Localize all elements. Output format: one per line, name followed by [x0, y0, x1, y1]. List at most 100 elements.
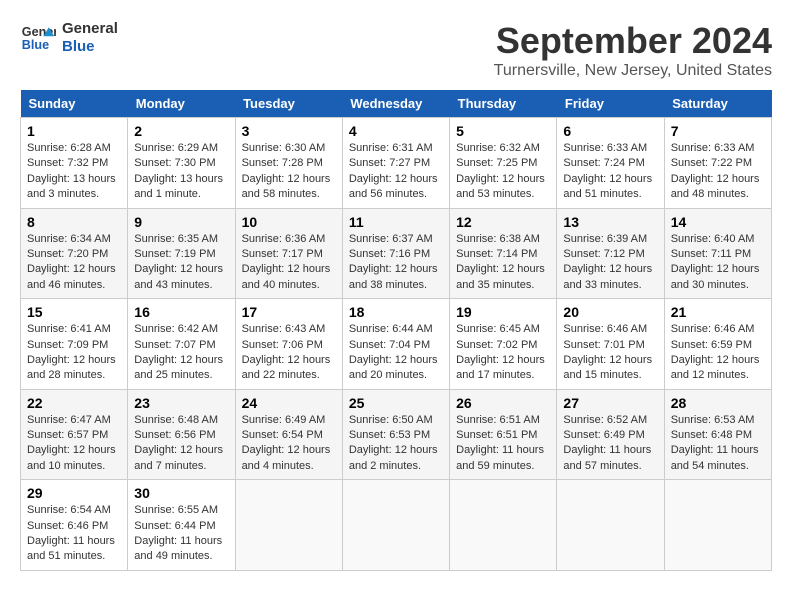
day-cell-29: 29 Sunrise: 6:54 AM Sunset: 6:46 PM Dayl… [27, 485, 121, 565]
day-cell-23: 23 Sunrise: 6:48 AM Sunset: 6:56 PM Dayl… [134, 395, 228, 475]
daylight-text: Daylight: 12 hours and 22 minutes. [242, 353, 336, 384]
day-cell-18: 18 Sunrise: 6:44 AM Sunset: 7:04 PM Dayl… [349, 304, 443, 384]
day-cell-25: 25 Sunrise: 6:50 AM Sunset: 6:53 PM Dayl… [349, 395, 443, 475]
day-number: 25 [349, 395, 443, 411]
sunrise-text: Sunrise: 6:46 AM [671, 322, 765, 337]
sunset-text: Sunset: 6:59 PM [671, 338, 765, 353]
sunset-text: Sunset: 6:48 PM [671, 428, 765, 443]
table-row: 8 Sunrise: 6:34 AM Sunset: 7:20 PM Dayli… [21, 208, 128, 299]
day-number: 26 [456, 395, 550, 411]
day-cell-9: 9 Sunrise: 6:35 AM Sunset: 7:19 PM Dayli… [134, 214, 228, 294]
table-row [664, 480, 771, 571]
daylight-text: Daylight: 12 hours and 25 minutes. [134, 353, 228, 384]
sunrise-text: Sunrise: 6:29 AM [134, 141, 228, 156]
table-row: 3 Sunrise: 6:30 AM Sunset: 7:28 PM Dayli… [235, 118, 342, 209]
sunrise-text: Sunrise: 6:50 AM [349, 413, 443, 428]
table-row: 19 Sunrise: 6:45 AM Sunset: 7:02 PM Dayl… [450, 299, 557, 390]
sunrise-text: Sunrise: 6:53 AM [671, 413, 765, 428]
table-row: 4 Sunrise: 6:31 AM Sunset: 7:27 PM Dayli… [342, 118, 449, 209]
table-row: 13 Sunrise: 6:39 AM Sunset: 7:12 PM Dayl… [557, 208, 664, 299]
day-cell-5: 5 Sunrise: 6:32 AM Sunset: 7:25 PM Dayli… [456, 123, 550, 203]
sunrise-text: Sunrise: 6:49 AM [242, 413, 336, 428]
sunset-text: Sunset: 7:25 PM [456, 156, 550, 171]
table-row: 15 Sunrise: 6:41 AM Sunset: 7:09 PM Dayl… [21, 299, 128, 390]
day-cell-13: 13 Sunrise: 6:39 AM Sunset: 7:12 PM Dayl… [563, 214, 657, 294]
table-row: 27 Sunrise: 6:52 AM Sunset: 6:49 PM Dayl… [557, 389, 664, 480]
daylight-text: Daylight: 12 hours and 51 minutes. [563, 172, 657, 203]
sunset-text: Sunset: 7:06 PM [242, 338, 336, 353]
day-cell-28: 28 Sunrise: 6:53 AM Sunset: 6:48 PM Dayl… [671, 395, 765, 475]
calendar-week-row: 22 Sunrise: 6:47 AM Sunset: 6:57 PM Dayl… [21, 389, 772, 480]
daylight-text: Daylight: 12 hours and 48 minutes. [671, 172, 765, 203]
sunset-text: Sunset: 7:02 PM [456, 338, 550, 353]
sunrise-text: Sunrise: 6:51 AM [456, 413, 550, 428]
table-row: 24 Sunrise: 6:49 AM Sunset: 6:54 PM Dayl… [235, 389, 342, 480]
table-row: 2 Sunrise: 6:29 AM Sunset: 7:30 PM Dayli… [128, 118, 235, 209]
header-thursday: Thursday [450, 90, 557, 118]
daylight-text: Daylight: 12 hours and 40 minutes. [242, 262, 336, 293]
sunrise-text: Sunrise: 6:55 AM [134, 503, 228, 518]
table-row: 14 Sunrise: 6:40 AM Sunset: 7:11 PM Dayl… [664, 208, 771, 299]
day-number: 8 [27, 214, 121, 230]
table-row: 1 Sunrise: 6:28 AM Sunset: 7:32 PM Dayli… [21, 118, 128, 209]
table-row: 5 Sunrise: 6:32 AM Sunset: 7:25 PM Dayli… [450, 118, 557, 209]
table-row [450, 480, 557, 571]
sunset-text: Sunset: 7:22 PM [671, 156, 765, 171]
table-row [342, 480, 449, 571]
day-number: 14 [671, 214, 765, 230]
day-cell-10: 10 Sunrise: 6:36 AM Sunset: 7:17 PM Dayl… [242, 214, 336, 294]
sunrise-text: Sunrise: 6:35 AM [134, 232, 228, 247]
sunset-text: Sunset: 7:28 PM [242, 156, 336, 171]
sunset-text: Sunset: 6:49 PM [563, 428, 657, 443]
day-number: 19 [456, 304, 550, 320]
sunset-text: Sunset: 6:53 PM [349, 428, 443, 443]
sunrise-text: Sunrise: 6:45 AM [456, 322, 550, 337]
sunrise-text: Sunrise: 6:52 AM [563, 413, 657, 428]
day-cell-17: 17 Sunrise: 6:43 AM Sunset: 7:06 PM Dayl… [242, 304, 336, 384]
day-cell-22: 22 Sunrise: 6:47 AM Sunset: 6:57 PM Dayl… [27, 395, 121, 475]
daylight-text: Daylight: 12 hours and 4 minutes. [242, 443, 336, 474]
daylight-text: Daylight: 12 hours and 28 minutes. [27, 353, 121, 384]
sunset-text: Sunset: 6:57 PM [27, 428, 121, 443]
svg-text:Blue: Blue [22, 38, 49, 52]
daylight-text: Daylight: 11 hours and 54 minutes. [671, 443, 765, 474]
day-cell-7: 7 Sunrise: 6:33 AM Sunset: 7:22 PM Dayli… [671, 123, 765, 203]
day-cell-3: 3 Sunrise: 6:30 AM Sunset: 7:28 PM Dayli… [242, 123, 336, 203]
daylight-text: Daylight: 11 hours and 59 minutes. [456, 443, 550, 474]
daylight-text: Daylight: 12 hours and 58 minutes. [242, 172, 336, 203]
day-number: 29 [27, 485, 121, 501]
day-number: 5 [456, 123, 550, 139]
calendar-week-row: 15 Sunrise: 6:41 AM Sunset: 7:09 PM Dayl… [21, 299, 772, 390]
sunset-text: Sunset: 6:56 PM [134, 428, 228, 443]
day-cell-6: 6 Sunrise: 6:33 AM Sunset: 7:24 PM Dayli… [563, 123, 657, 203]
table-row: 21 Sunrise: 6:46 AM Sunset: 6:59 PM Dayl… [664, 299, 771, 390]
sunset-text: Sunset: 7:27 PM [349, 156, 443, 171]
sunrise-text: Sunrise: 6:32 AM [456, 141, 550, 156]
sunrise-text: Sunrise: 6:33 AM [563, 141, 657, 156]
day-number: 27 [563, 395, 657, 411]
daylight-text: Daylight: 13 hours and 1 minute. [134, 172, 228, 203]
day-cell-21: 21 Sunrise: 6:46 AM Sunset: 6:59 PM Dayl… [671, 304, 765, 384]
day-number: 23 [134, 395, 228, 411]
sunrise-text: Sunrise: 6:36 AM [242, 232, 336, 247]
day-number: 28 [671, 395, 765, 411]
day-cell-24: 24 Sunrise: 6:49 AM Sunset: 6:54 PM Dayl… [242, 395, 336, 475]
day-number: 16 [134, 304, 228, 320]
day-cell-16: 16 Sunrise: 6:42 AM Sunset: 7:07 PM Dayl… [134, 304, 228, 384]
sunset-text: Sunset: 7:24 PM [563, 156, 657, 171]
sunrise-text: Sunrise: 6:54 AM [27, 503, 121, 518]
header-wednesday: Wednesday [342, 90, 449, 118]
day-number: 12 [456, 214, 550, 230]
sunset-text: Sunset: 7:11 PM [671, 247, 765, 262]
day-cell-14: 14 Sunrise: 6:40 AM Sunset: 7:11 PM Dayl… [671, 214, 765, 294]
calendar-week-row: 8 Sunrise: 6:34 AM Sunset: 7:20 PM Dayli… [21, 208, 772, 299]
sunrise-text: Sunrise: 6:48 AM [134, 413, 228, 428]
calendar-table: Sunday Monday Tuesday Wednesday Thursday… [20, 90, 772, 571]
sunrise-text: Sunrise: 6:33 AM [671, 141, 765, 156]
daylight-text: Daylight: 12 hours and 17 minutes. [456, 353, 550, 384]
day-number: 9 [134, 214, 228, 230]
logo-text-blue: Blue [62, 38, 118, 56]
table-row: 28 Sunrise: 6:53 AM Sunset: 6:48 PM Dayl… [664, 389, 771, 480]
calendar-title: September 2024 [494, 20, 772, 62]
day-cell-2: 2 Sunrise: 6:29 AM Sunset: 7:30 PM Dayli… [134, 123, 228, 203]
